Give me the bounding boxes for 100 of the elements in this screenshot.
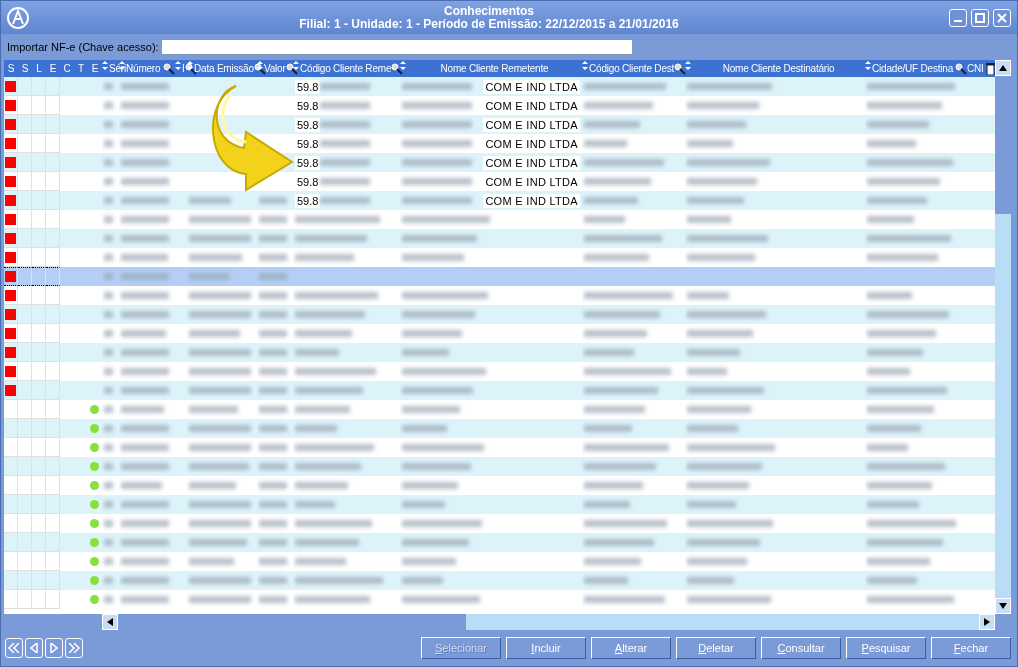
import-field[interactable] <box>160 39 633 55</box>
blurred-text <box>259 197 287 204</box>
blurred-text <box>189 235 251 242</box>
blurred-text <box>402 501 445 508</box>
maximize-button[interactable] <box>971 8 989 27</box>
column-header[interactable]: L <box>36 62 42 75</box>
search-icon[interactable] <box>674 62 687 75</box>
next-record-button[interactable] <box>45 638 63 658</box>
column-header[interactable]: Número <box>126 62 161 75</box>
blurred-text <box>121 140 169 147</box>
table-row[interactable] <box>4 419 995 438</box>
table-row[interactable]: 59.8 COM E IND LTDA <box>4 115 995 134</box>
blurred-text <box>189 577 251 584</box>
search-icon[interactable] <box>391 62 404 75</box>
right-arrow-icon <box>984 618 990 626</box>
table-cell: 59.8 <box>295 117 321 132</box>
search-icon[interactable] <box>163 62 175 75</box>
blurred-text <box>584 425 632 432</box>
blurred-text <box>687 121 746 128</box>
blurred-text <box>402 425 447 432</box>
blurred-text <box>104 577 113 584</box>
column-header[interactable]: S <box>21 62 29 75</box>
blurred-text <box>104 235 113 242</box>
table-row[interactable] <box>4 305 995 324</box>
search-icon[interactable] <box>955 62 967 75</box>
table-row[interactable] <box>4 229 995 248</box>
column-header[interactable]: T <box>78 62 84 75</box>
import-label: Importar NF-e (Chave acesso): <box>7 41 159 53</box>
blurred-text <box>687 216 731 223</box>
scroll-left-button[interactable] <box>102 614 118 630</box>
column-header[interactable]: Nome Cliente Destinatário <box>722 62 835 75</box>
column-header[interactable]: Cidade/UF Destina <box>872 62 954 75</box>
minimize-button[interactable] <box>949 8 967 27</box>
column-header[interactable]: Data Emissão <box>194 62 254 75</box>
maximize-icon <box>975 12 985 23</box>
table-row[interactable]: 59.8 COM E IND LTDA <box>4 77 995 96</box>
blurred-text <box>189 558 234 565</box>
scroll-up-button[interactable] <box>995 60 1011 76</box>
blurred-text <box>402 121 472 128</box>
blurred-text <box>189 368 251 375</box>
previous-record-button[interactable] <box>25 638 43 658</box>
table-row[interactable] <box>4 571 995 590</box>
action-button[interactable]: Deletar <box>676 637 756 659</box>
table-row[interactable] <box>4 343 995 362</box>
scroll-thumb[interactable] <box>995 76 1011 214</box>
table-row[interactable]: 59.8 COM E IND LTDA <box>4 153 995 172</box>
blurred-text <box>104 558 113 565</box>
table-row[interactable] <box>4 495 995 514</box>
blurred-text <box>320 197 371 204</box>
blurred-text <box>867 558 930 565</box>
column-header[interactable]: Nome Cliente Remetente <box>440 62 549 75</box>
scroll-right-button[interactable] <box>979 614 995 630</box>
action-button[interactable]: Consultar <box>761 637 841 659</box>
left-arrow-icon <box>107 618 113 626</box>
column-header[interactable]: Valor <box>264 62 286 75</box>
blurred-text <box>584 501 630 508</box>
table-row[interactable] <box>4 533 995 552</box>
blurred-text <box>295 254 354 261</box>
blurred-text <box>104 102 113 109</box>
blurred-text <box>295 349 339 356</box>
first-record-button[interactable] <box>5 638 23 658</box>
blurred-text <box>104 178 113 185</box>
sort-icon[interactable] <box>187 61 193 70</box>
blurred-text <box>584 121 640 128</box>
blurred-text <box>121 235 169 242</box>
blurred-text <box>259 463 287 470</box>
blurred-text <box>121 102 169 109</box>
action-button[interactable]: Pesquisar <box>846 637 926 659</box>
column-header[interactable]: Código Cliente Dest <box>589 62 675 75</box>
search-icon[interactable] <box>253 62 266 75</box>
search-icon[interactable] <box>285 62 298 75</box>
column-header[interactable]: E <box>91 62 99 75</box>
column-header[interactable]: CNI <box>967 62 984 75</box>
scroll-down-button[interactable] <box>995 598 1011 614</box>
blurred-text <box>189 254 242 261</box>
table-row[interactable] <box>4 381 995 400</box>
column-header[interactable]: Código Cliente Reme <box>300 62 392 75</box>
action-button[interactable]: Alterar <box>591 637 671 659</box>
action-button[interactable]: Fechar <box>931 637 1011 659</box>
blurred-text <box>104 387 113 394</box>
blurred-text <box>867 577 917 584</box>
blurred-text <box>584 102 653 109</box>
scroll-thumb[interactable] <box>118 614 466 630</box>
column-header[interactable]: S <box>7 62 15 75</box>
column-header[interactable]: E <box>49 62 57 75</box>
action-button[interactable]: Incluir <box>506 637 586 659</box>
last-record-button[interactable] <box>65 638 83 658</box>
column-header[interactable]: I <box>182 62 185 75</box>
vertical-scrollbar[interactable] <box>995 60 1011 614</box>
blurred-text <box>121 178 169 185</box>
trash-icon[interactable] <box>985 62 995 75</box>
blurred-text <box>104 444 113 451</box>
column-header[interactable]: C <box>63 62 71 75</box>
blurred-text <box>121 368 169 375</box>
table-row[interactable]: 59.8 COM E IND LTDA <box>4 191 995 210</box>
blurred-text <box>584 577 628 584</box>
close-button[interactable] <box>993 8 1011 27</box>
blurred-text <box>121 83 169 90</box>
blurred-text <box>121 159 169 166</box>
table-row[interactable] <box>4 457 995 476</box>
